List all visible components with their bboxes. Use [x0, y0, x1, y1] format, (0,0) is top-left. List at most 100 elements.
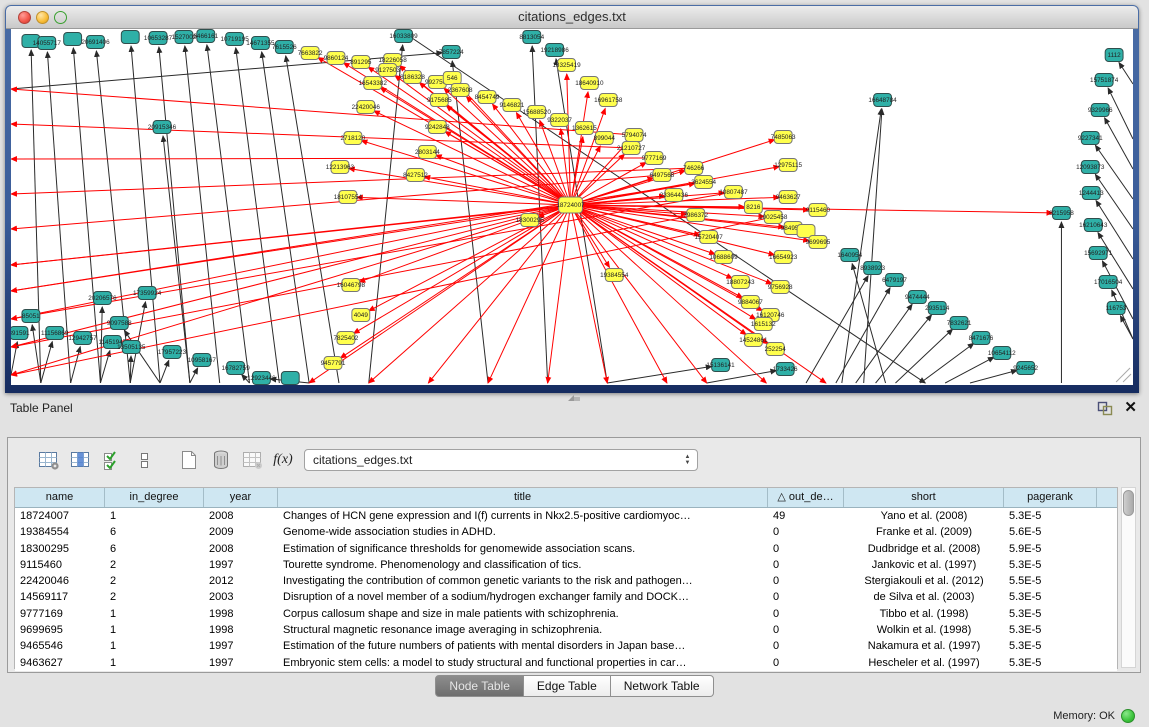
scrollbar-thumb[interactable]	[1123, 490, 1134, 516]
column-header-indegree[interactable]: in_degree	[105, 488, 204, 507]
citation-network-graph[interactable]: 1405571720691406106532871527002646616110…	[11, 29, 1133, 385]
cell-outde[interactable]: 0	[768, 589, 844, 605]
unselect-all-icon[interactable]	[132, 448, 158, 472]
cell-name[interactable]: 18300295	[15, 541, 105, 557]
table-row[interactable]: 946554611997Estimation of the future num…	[15, 638, 1117, 654]
edge[interactable]	[876, 315, 932, 383]
selected-edge[interactable]	[571, 205, 608, 383]
edge[interactable]	[806, 276, 868, 383]
cell-year[interactable]: 1998	[204, 606, 278, 622]
cell-name[interactable]: 18724007	[15, 508, 105, 524]
column-header-outde[interactable]: △ out_de…	[768, 488, 844, 507]
network-view-window[interactable]: citations_edges.txt 14055717206914061065…	[5, 5, 1139, 393]
cell-pagerank[interactable]: 5.9E-5	[1004, 541, 1097, 557]
cell-outde[interactable]: 0	[768, 622, 844, 638]
cell-title[interactable]: Structural magnetic resonance image aver…	[278, 622, 768, 638]
table-row[interactable]: 1872400712008Changes of HCN gene express…	[15, 508, 1117, 524]
edge[interactable]	[1119, 63, 1133, 84]
column-header-year[interactable]: year	[204, 488, 278, 507]
edge[interactable]	[207, 45, 250, 383]
cell-indegree[interactable]: 6	[105, 541, 204, 557]
cell-name[interactable]: 19384554	[15, 524, 105, 540]
cell-title[interactable]: Embryonic stem cells: a model to study s…	[278, 655, 768, 671]
cell-year[interactable]: 2008	[204, 541, 278, 557]
network-window-titlebar[interactable]: citations_edges.txt	[6, 6, 1138, 29]
edge[interactable]	[970, 370, 1017, 383]
edge[interactable]	[1105, 118, 1133, 169]
delete-column-icon[interactable]	[208, 448, 234, 472]
selected-edge[interactable]	[567, 74, 571, 205]
cell-year[interactable]: 2003	[204, 589, 278, 605]
table-row[interactable]: 1456911722003Disruption of a novel membe…	[15, 589, 1117, 605]
cell-name[interactable]: 14569117	[15, 589, 105, 605]
cell-title[interactable]: Genome-wide association studies in ADHD.	[278, 524, 768, 540]
table-select-dropdown[interactable]: citations_edges.txt▲▼	[304, 449, 698, 471]
cell-title[interactable]: Disruption of a novel member of a sodium…	[278, 589, 768, 605]
table-row[interactable]: 969969511998Structural magnetic resonanc…	[15, 622, 1117, 638]
cell-year[interactable]: 1997	[204, 638, 278, 654]
close-panel-icon[interactable]: ✕	[1124, 399, 1137, 417]
cell-indegree[interactable]: 1	[105, 638, 204, 654]
node[interactable]	[64, 33, 82, 46]
cell-short[interactable]: Franke et al. (2009)	[844, 524, 1004, 540]
cell-short[interactable]: Wolkin et al. (1998)	[844, 622, 1004, 638]
table-row[interactable]: 911546021997Tourette syndrome. Phenomeno…	[15, 557, 1117, 573]
select-all-icon[interactable]	[100, 448, 126, 472]
cell-indegree[interactable]: 6	[105, 524, 204, 540]
column-header-short[interactable]: short	[844, 488, 1004, 507]
cell-pagerank[interactable]: 5.3E-5	[1004, 606, 1097, 622]
cell-year[interactable]: 2012	[204, 573, 278, 589]
cell-outde[interactable]: 0	[768, 655, 844, 671]
show-column-icon[interactable]	[68, 448, 94, 472]
selected-edge[interactable]	[488, 205, 570, 383]
canvas-resize-grip[interactable]	[1116, 368, 1130, 382]
cell-year[interactable]: 2008	[204, 508, 278, 524]
cell-pagerank[interactable]: 5.6E-5	[1004, 524, 1097, 540]
cell-short[interactable]: Dudbridge et al. (2008)	[844, 541, 1004, 557]
edge[interactable]	[236, 48, 280, 383]
cell-year[interactable]: 1998	[204, 622, 278, 638]
cell-pagerank[interactable]: 5.3E-5	[1004, 589, 1097, 605]
tab-network-table[interactable]: Network Table	[611, 675, 714, 697]
cell-short[interactable]: Hescheler et al. (1997)	[844, 655, 1004, 671]
cell-title[interactable]: Tourette syndrome. Phenomenology and cla…	[278, 557, 768, 573]
edge[interactable]	[1120, 316, 1133, 339]
function-builder-icon[interactable]: f(x)	[272, 448, 298, 472]
edge[interactable]	[369, 45, 403, 383]
column-header-pagerank[interactable]: pagerank	[1004, 488, 1097, 507]
edge[interactable]	[286, 56, 339, 383]
edge[interactable]	[131, 46, 160, 383]
edge[interactable]	[864, 109, 882, 383]
selected-edge[interactable]	[11, 205, 571, 375]
selected-edge[interactable]	[548, 205, 571, 383]
node[interactable]	[281, 372, 299, 385]
cell-outde[interactable]: 0	[768, 606, 844, 622]
network-canvas[interactable]: 1405571720691406106532871527002646616110…	[11, 29, 1133, 385]
cell-name[interactable]: 9465546	[15, 638, 105, 654]
selected-edge[interactable]	[571, 205, 775, 255]
edge[interactable]	[41, 342, 53, 383]
edge[interactable]	[160, 360, 169, 383]
table-row[interactable]: 946362711997Embryonic stem cells: a mode…	[15, 655, 1117, 671]
cell-year[interactable]: 1997	[204, 655, 278, 671]
cell-short[interactable]: Jankovic et al. (1997)	[844, 557, 1004, 573]
memory-status-indicator[interactable]	[1121, 709, 1135, 723]
cell-pagerank[interactable]: 5.3E-5	[1004, 655, 1097, 671]
cell-outde[interactable]: 0	[768, 557, 844, 573]
edge[interactable]	[945, 357, 994, 383]
tab-node-table[interactable]: Node Table	[435, 675, 524, 697]
cell-pagerank[interactable]: 5.3E-5	[1004, 557, 1097, 573]
edge[interactable]	[71, 347, 81, 383]
table-row[interactable]: 1938455462009Genome-wide association stu…	[15, 524, 1117, 540]
cell-indegree[interactable]: 1	[105, 622, 204, 638]
cell-outde[interactable]: 0	[768, 638, 844, 654]
selected-edge[interactable]	[571, 205, 767, 383]
cell-outde[interactable]: 0	[768, 573, 844, 589]
node[interactable]	[121, 31, 139, 44]
cell-name[interactable]: 9699695	[15, 622, 105, 638]
cell-indegree[interactable]: 2	[105, 557, 204, 573]
cell-year[interactable]: 1997	[204, 557, 278, 573]
cell-short[interactable]: Nakamura et al. (1997)	[844, 638, 1004, 654]
canvas-resize-grip[interactable]	[1123, 374, 1131, 382]
cell-name[interactable]: 9115460	[15, 557, 105, 573]
